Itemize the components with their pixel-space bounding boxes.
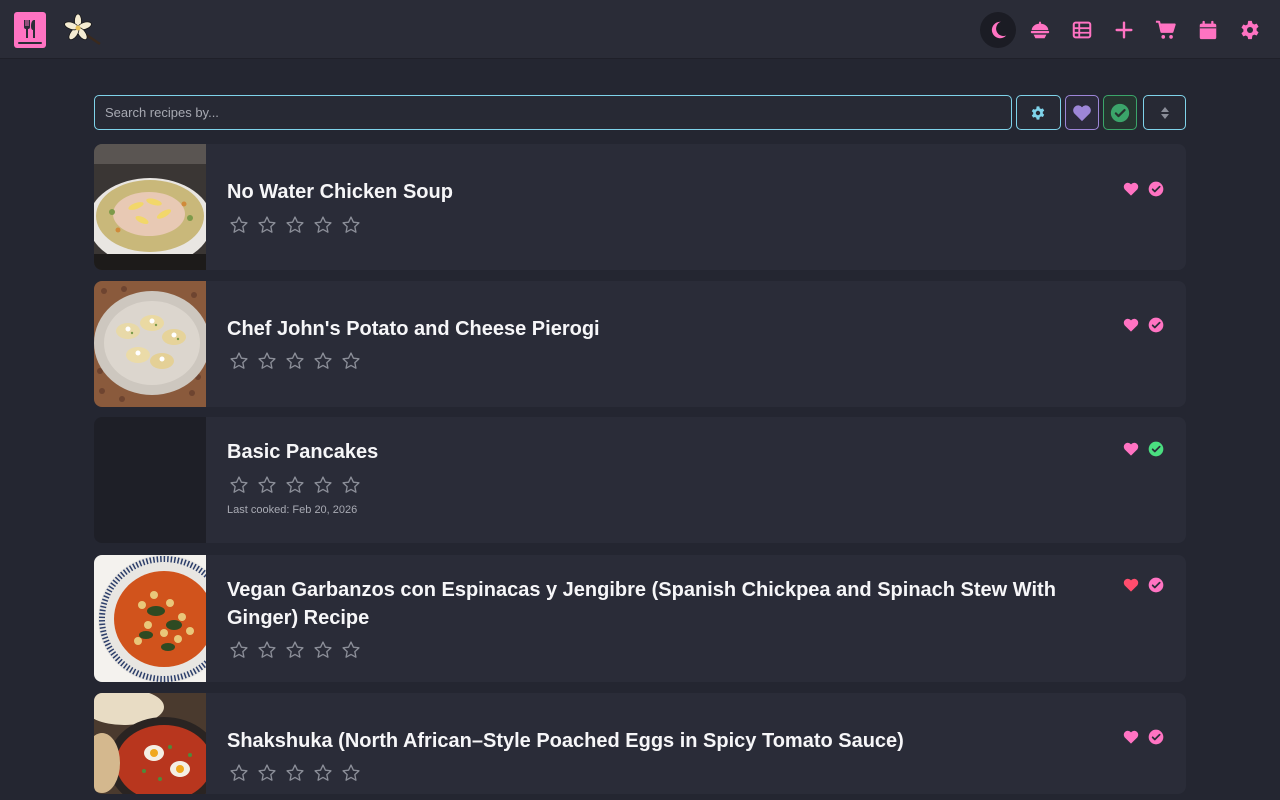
check-circle-icon[interactable] xyxy=(1148,181,1164,197)
recipe-thumbnail xyxy=(94,281,206,407)
star-icon[interactable] xyxy=(285,640,305,660)
star-icon[interactable] xyxy=(229,351,249,371)
fork-knife-icon xyxy=(24,20,35,38)
star-icon[interactable] xyxy=(257,640,277,660)
last-cooked-date: Last cooked: Feb 20, 2026 xyxy=(227,504,358,516)
star-icon[interactable] xyxy=(285,215,305,235)
card-actions xyxy=(1123,729,1164,745)
star-icon[interactable] xyxy=(341,215,361,235)
star-icon[interactable] xyxy=(313,640,333,660)
dark-mode-toggle[interactable] xyxy=(980,12,1016,48)
recipe-title: No Water Chicken Soup xyxy=(227,181,453,203)
cart-icon xyxy=(1155,20,1176,39)
recipe-thumbnail xyxy=(94,693,206,794)
card-actions xyxy=(1123,317,1164,333)
search-row xyxy=(94,95,1186,130)
sort-button[interactable] xyxy=(1143,95,1186,130)
heart-icon[interactable] xyxy=(1123,441,1139,457)
star-icon[interactable] xyxy=(229,640,249,660)
card-actions xyxy=(1123,181,1164,197)
favorites-filter-button[interactable] xyxy=(1064,95,1099,130)
gear-icon xyxy=(1032,105,1045,120)
star-icon[interactable] xyxy=(285,763,305,783)
plus-icon xyxy=(1115,21,1133,39)
pantry-button[interactable] xyxy=(1022,12,1058,48)
top-nav xyxy=(980,12,1268,48)
star-icon[interactable] xyxy=(257,763,277,783)
star-icon[interactable] xyxy=(341,640,361,660)
table-icon xyxy=(1072,21,1092,39)
star-icon[interactable] xyxy=(229,475,249,495)
recipe-thumbnail-placeholder xyxy=(94,417,206,543)
recipe-title: Chef John's Potato and Cheese Pierogi xyxy=(227,318,600,340)
star-icon[interactable] xyxy=(313,475,333,495)
recipe-thumbnail xyxy=(94,555,206,682)
sort-icon xyxy=(1160,106,1169,119)
star-icon[interactable] xyxy=(313,763,333,783)
star-icon[interactable] xyxy=(313,351,333,371)
star-icon[interactable] xyxy=(313,215,333,235)
rating-stars[interactable] xyxy=(229,215,361,235)
gear-icon xyxy=(1241,20,1259,40)
star-icon[interactable] xyxy=(229,763,249,783)
card-actions xyxy=(1123,577,1164,593)
star-icon[interactable] xyxy=(341,351,361,371)
recipe-title: Vegan Garbanzos con Espinacas y Jengibre… xyxy=(227,579,1056,629)
search-options-button[interactable] xyxy=(1016,95,1061,130)
rating-stars[interactable] xyxy=(229,351,361,371)
heart-icon[interactable] xyxy=(1123,577,1139,593)
cookbook-logo-icon[interactable] xyxy=(14,12,46,48)
recipe-title: Shakshuka (North African–Style Poached E… xyxy=(227,730,904,752)
moon-icon xyxy=(991,21,1007,39)
cooked-filter-button[interactable] xyxy=(1102,95,1138,130)
star-icon[interactable] xyxy=(285,475,305,495)
star-icon[interactable] xyxy=(285,351,305,371)
check-circle-icon[interactable] xyxy=(1148,577,1164,593)
heart-icon[interactable] xyxy=(1123,181,1139,197)
rating-stars[interactable] xyxy=(229,475,361,495)
recipe-card[interactable]: No Water Chicken Soup xyxy=(94,144,1186,270)
star-icon[interactable] xyxy=(229,215,249,235)
card-actions xyxy=(1123,441,1164,457)
heart-icon[interactable] xyxy=(1123,317,1139,333)
recipe-thumbnail xyxy=(94,144,206,270)
bowl-icon xyxy=(1030,21,1050,39)
recipe-card[interactable]: Chef John's Potato and Cheese Pierogi xyxy=(94,281,1186,407)
vanilla-flower-logo-icon xyxy=(60,13,102,46)
check-circle-icon[interactable] xyxy=(1148,317,1164,333)
recipe-card[interactable]: Basic Pancakes Last cooked: Feb 20, 2026 xyxy=(94,417,1186,543)
recipe-title: Basic Pancakes xyxy=(227,441,379,463)
rating-stars[interactable] xyxy=(229,763,361,783)
star-icon[interactable] xyxy=(341,475,361,495)
check-circle-icon[interactable] xyxy=(1148,729,1164,745)
calendar-button[interactable] xyxy=(1190,12,1226,48)
calendar-icon xyxy=(1199,20,1217,40)
recipe-card[interactable]: Shakshuka (North African–Style Poached E… xyxy=(94,693,1186,794)
list-button[interactable] xyxy=(1064,12,1100,48)
top-bar xyxy=(0,0,1280,59)
star-icon[interactable] xyxy=(341,763,361,783)
rating-stars[interactable] xyxy=(229,640,361,660)
recipe-card[interactable]: Vegan Garbanzos con Espinacas y Jengibre… xyxy=(94,555,1186,682)
search-input[interactable] xyxy=(94,95,1012,130)
star-icon[interactable] xyxy=(257,475,277,495)
settings-button[interactable] xyxy=(1232,12,1268,48)
star-icon[interactable] xyxy=(257,215,277,235)
check-circle-icon[interactable] xyxy=(1148,441,1164,457)
heart-icon[interactable] xyxy=(1123,729,1139,745)
cart-button[interactable] xyxy=(1148,12,1184,48)
check-circle-icon xyxy=(1110,103,1130,122)
heart-icon xyxy=(1073,104,1091,121)
add-recipe-button[interactable] xyxy=(1106,12,1142,48)
star-icon[interactable] xyxy=(257,351,277,371)
